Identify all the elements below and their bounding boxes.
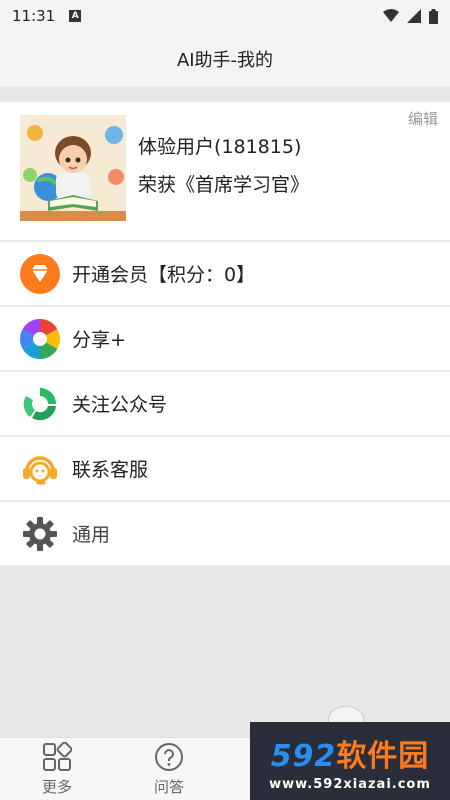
tab-label: 问答 xyxy=(153,778,184,796)
menu-item-membership[interactable]: 开通会员【积分：0】 xyxy=(0,241,450,305)
avatar[interactable] xyxy=(20,115,126,221)
aperture-icon xyxy=(20,318,60,359)
watermark-digits: 592 xyxy=(270,738,337,774)
menu-label: 分享+ xyxy=(72,329,126,351)
wechat-channel-icon xyxy=(20,384,60,424)
app-header: AI助手-我的 xyxy=(0,32,450,86)
signal-icon xyxy=(407,9,421,23)
watermark-banner: 592软件园 www.592xiazai.com xyxy=(250,722,450,800)
menu-item-share[interactable]: 分享+ xyxy=(0,306,450,370)
diamond-icon xyxy=(20,253,60,294)
tab-qa[interactable]: 问答 xyxy=(114,738,224,800)
menu-label: 开通会员【积分：0】 xyxy=(72,264,256,286)
profile-card: 编辑 体验用户(181815) 荣获《首席学习官》 xyxy=(0,102,450,240)
user-name: 体验用户(181815) xyxy=(138,136,302,158)
status-bar: 11:31 A xyxy=(0,0,450,32)
menu-label: 关注公众号 xyxy=(72,394,168,416)
watermark-brand: 软件园 xyxy=(336,738,430,774)
menu-label: 通用 xyxy=(72,524,111,546)
menu-item-customer-service[interactable]: 联系客服 xyxy=(0,436,450,500)
notification-icon: A xyxy=(69,10,82,22)
question-icon xyxy=(155,743,183,771)
page-title: AI助手-我的 xyxy=(176,50,274,71)
menu-item-follow-account[interactable]: 关注公众号 xyxy=(0,371,450,435)
gear-icon xyxy=(20,514,60,554)
tab-more[interactable]: 更多 xyxy=(2,738,112,800)
watermark-logo: 592软件园 xyxy=(271,731,430,775)
menu-label: 联系客服 xyxy=(72,459,149,481)
watermark-url: www.592xiazai.com xyxy=(269,776,431,792)
headset-icon xyxy=(20,449,60,489)
tab-label: 更多 xyxy=(41,778,72,796)
avatar-illustration xyxy=(20,115,126,221)
status-time: 11:31 xyxy=(12,7,56,25)
edit-profile-button[interactable]: 编辑 xyxy=(408,108,438,129)
user-honor: 荣获《首席学习官》 xyxy=(138,174,310,196)
wifi-icon xyxy=(383,9,399,22)
menu-item-general[interactable]: 通用 xyxy=(0,501,450,566)
grid-icon xyxy=(43,742,72,771)
status-icons xyxy=(383,8,438,24)
battery-icon xyxy=(429,8,438,24)
